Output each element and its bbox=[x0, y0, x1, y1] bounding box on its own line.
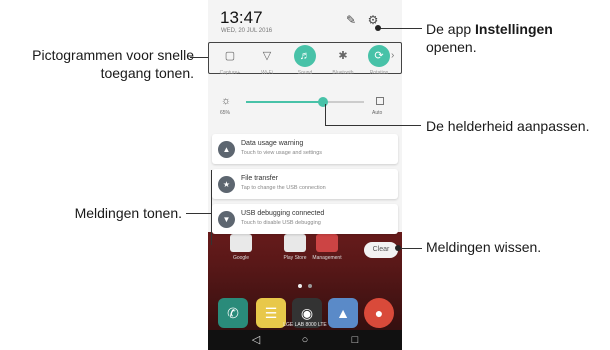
play-store-app-icon[interactable] bbox=[284, 234, 306, 252]
notification-card[interactable]: ▼ USB debugging connected Touch to disab… bbox=[212, 204, 398, 234]
google-app-icon[interactable] bbox=[230, 234, 252, 252]
edit-icon[interactable]: ✎ bbox=[344, 13, 358, 27]
callout-clear: Meldingen wissen. bbox=[426, 239, 542, 255]
sound-icon[interactable]: ♬ bbox=[294, 45, 316, 67]
notification-subtitle: Tap to change the USB connection bbox=[241, 185, 326, 191]
management-app-icon[interactable] bbox=[316, 234, 338, 252]
notification-title: USB debugging connected bbox=[241, 210, 325, 217]
app-label-google: Google bbox=[232, 255, 250, 261]
callout-line bbox=[190, 57, 208, 58]
carrier-label: LGE LAB 8000 LTE bbox=[283, 322, 327, 328]
callout-bracket bbox=[211, 170, 212, 245]
navigation-bar: ◁ ○ □ bbox=[208, 330, 402, 350]
page-indicator-dot bbox=[308, 284, 312, 288]
wifi-icon[interactable]: ▽ bbox=[256, 45, 278, 67]
qs-label-rotation: Rotation bbox=[369, 70, 389, 76]
callout-line bbox=[325, 104, 326, 126]
qs-label-wifi: Wi-Fi bbox=[261, 70, 273, 76]
rotation-icon[interactable]: ⟳ bbox=[368, 45, 390, 67]
usb-icon: ★ bbox=[218, 176, 235, 193]
notification-title: File transfer bbox=[241, 175, 278, 182]
bluetooth-icon[interactable]: ✱ bbox=[332, 45, 354, 67]
qs-label-sound: Sound bbox=[297, 70, 313, 76]
clock-date: WED, 20 JUL 2016 bbox=[221, 28, 273, 34]
callout-dot bbox=[395, 245, 401, 251]
notification-subtitle: Touch to view usage and settings bbox=[241, 150, 323, 156]
callout-line bbox=[378, 28, 422, 29]
brightness-percent: 65% bbox=[220, 110, 231, 116]
auto-brightness-label: Auto bbox=[372, 110, 383, 116]
callout-settings: De app Instellingen openen. bbox=[426, 20, 606, 56]
back-icon[interactable]: ◁ bbox=[246, 332, 266, 348]
callout-brightness: De helderheid aanpassen. bbox=[426, 118, 590, 134]
warning-icon: ▲ bbox=[218, 141, 235, 158]
clock-time: 13:47 bbox=[220, 8, 263, 27]
app-label-management: Management bbox=[312, 255, 342, 261]
auto-brightness-checkbox[interactable] bbox=[376, 97, 384, 105]
callout-settings-pre: De app bbox=[426, 21, 476, 37]
brightness-icon: ☼ bbox=[221, 95, 232, 107]
recents-icon[interactable]: □ bbox=[345, 332, 365, 348]
page-indicator-dot bbox=[298, 284, 302, 288]
qs-label-capture: Capture+ bbox=[219, 70, 241, 76]
phone-screen: Google Play Store Management ✆ ☰ ◉ ▲ ● L… bbox=[208, 0, 402, 350]
qs-label-bluetooth: Bluetooth bbox=[332, 70, 354, 76]
brightness-slider-fill bbox=[246, 101, 323, 103]
callout-line bbox=[186, 213, 212, 214]
notification-subtitle: Touch to disable USB debugging bbox=[241, 220, 321, 226]
notification-card[interactable]: ▲ Data usage warning Touch to view usage… bbox=[212, 134, 398, 164]
callout-notifications: Meldingen tonen. bbox=[74, 205, 182, 221]
notification-card[interactable]: ★ File transfer Tap to change the USB co… bbox=[212, 169, 398, 199]
notification-title: Data usage warning bbox=[241, 140, 304, 147]
chevron-right-icon[interactable]: › bbox=[391, 50, 394, 61]
brightness-slider-handle[interactable] bbox=[317, 97, 328, 107]
clear-button[interactable]: Clear bbox=[364, 242, 398, 258]
callout-settings-app: Instellingen bbox=[475, 21, 553, 37]
callout-quick-settings: Pictogrammen voor snelle toegang tonen. bbox=[32, 47, 194, 81]
home-icon[interactable]: ○ bbox=[295, 332, 315, 348]
callout-settings-post: openen. bbox=[426, 39, 477, 55]
capture-icon[interactable]: ▢ bbox=[219, 45, 241, 67]
debug-icon: ▼ bbox=[218, 211, 235, 228]
callout-line bbox=[325, 125, 421, 126]
callout-dot bbox=[375, 25, 381, 31]
callout-line bbox=[398, 248, 422, 249]
